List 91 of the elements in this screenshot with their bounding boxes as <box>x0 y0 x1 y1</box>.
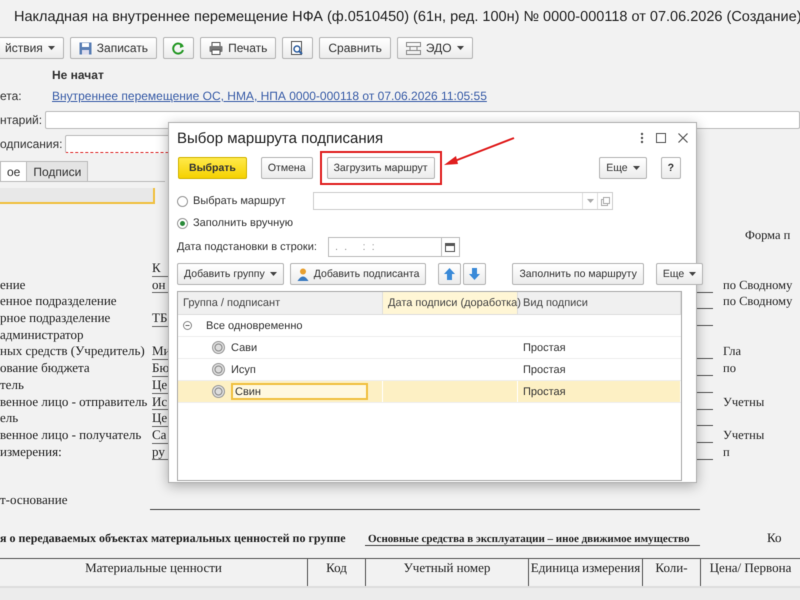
preview-button[interactable] <box>282 37 314 59</box>
caret-icon <box>632 166 640 170</box>
field-label: Дата подстановки в строки: <box>177 241 317 253</box>
form-row-caption: п <box>722 444 731 460</box>
signer-row[interactable]: Свин Простая <box>178 381 681 403</box>
form-row-label: рное подразделение <box>0 310 112 327</box>
signature-type: Простая <box>523 364 566 376</box>
signer-name: Исуп <box>231 364 256 376</box>
dialog-title: Выбор маршрута подписания <box>177 130 384 146</box>
form-row-label: тель <box>0 376 25 394</box>
caret-icon <box>586 199 594 203</box>
tab[interactable]: ое <box>0 161 28 181</box>
toolbar-button[interactable]: Сравнить <box>319 37 391 59</box>
field-label: нтарий: <box>0 113 44 127</box>
column-header: Материальные ценности <box>84 559 223 578</box>
refresh-icon <box>172 42 186 54</box>
code-label: Ко <box>767 530 783 546</box>
radio-button[interactable] <box>177 196 188 206</box>
caret-icon <box>48 46 55 50</box>
person-icon <box>296 268 309 280</box>
dialog-button[interactable]: ? <box>660 157 681 179</box>
tab[interactable]: Подписи <box>26 161 88 181</box>
signature-type: Простая <box>523 386 566 398</box>
open-window-icon <box>600 196 610 206</box>
form-row-caption: Учетны <box>722 426 766 444</box>
move-down-button[interactable] <box>463 263 486 285</box>
dialog-button[interactable]: Выбрать <box>178 157 247 179</box>
table-toolbar-button[interactable]: Добавить подписанта <box>290 263 426 285</box>
seal-icon <box>212 363 225 376</box>
caret-icon <box>689 272 696 276</box>
arrow-up-icon <box>444 268 456 280</box>
form-row-label: измерения: <box>0 444 63 460</box>
radio-button[interactable] <box>177 218 188 228</box>
form-row-label: ование бюджета <box>0 360 91 377</box>
close-icon[interactable] <box>678 133 688 143</box>
calendar-icon <box>445 242 456 252</box>
signer-name-field[interactable]: Свин <box>231 383 368 400</box>
signer-name: Сави <box>231 342 258 354</box>
form-row-caption: по Сводному <box>722 293 794 310</box>
table-toolbar-button[interactable]: Заполнить по маршруту <box>512 263 644 285</box>
form-row-caption: по Сводному <box>722 276 794 294</box>
form-row-label: ение <box>0 276 26 294</box>
radio-label[interactable]: Заполнить вручную <box>193 217 298 229</box>
table-toolbar-button[interactable]: Добавить группу <box>177 263 284 285</box>
form-row-label: ель <box>0 410 20 427</box>
arrow-down-icon <box>469 268 480 280</box>
move-up-button[interactable] <box>438 263 462 285</box>
field-label: ета: <box>0 89 23 103</box>
toolbar-button[interactable]: Печать <box>200 37 276 59</box>
table-toolbar-button[interactable]: Еще <box>656 263 704 285</box>
dialog-button[interactable]: Еще <box>599 157 647 179</box>
collapse-icon[interactable] <box>183 321 192 330</box>
form-row-label: енное подразделение <box>0 293 118 310</box>
caret-icon <box>270 272 277 276</box>
refresh-button[interactable] <box>163 37 194 59</box>
toolbar-button[interactable]: ЭДО <box>396 37 473 59</box>
calendar-button[interactable] <box>440 237 460 257</box>
seal-icon <box>212 385 225 398</box>
form-row-caption: по <box>722 360 737 377</box>
form-row-label: венное лицо - получатель <box>0 426 142 444</box>
section-heading: я о передаваемых объектах материальных ценностей по группе <box>0 530 346 546</box>
form-label: Форма п <box>745 228 792 244</box>
date-field[interactable]: . . : : <box>328 237 441 257</box>
form-field[interactable] <box>0 188 155 204</box>
more-icon[interactable] <box>640 132 644 144</box>
form-row-label: ных средств (Учредитель) <box>0 343 146 360</box>
toolbar-button[interactable]: Записать <box>70 37 158 59</box>
printer-icon <box>209 42 224 54</box>
caret-icon <box>456 46 464 50</box>
dialog-button[interactable]: Загрузить маршрут <box>326 157 435 179</box>
radio-label[interactable]: Выбрать маршрут <box>193 195 298 207</box>
signer-row[interactable]: Сави Простая <box>178 337 681 359</box>
group-name: Все одновременно <box>206 320 303 332</box>
column-header[interactable]: Дата подписи (доработка) <box>383 292 518 314</box>
signature-type: Простая <box>523 342 566 354</box>
dialog-button[interactable]: Отмена <box>260 157 313 179</box>
status-text: Не начат <box>51 67 105 84</box>
group-value: Основные средства в эксплуатации – иное движимое имущество <box>365 533 700 546</box>
maximize-icon[interactable] <box>656 133 666 143</box>
seal-icon <box>212 341 225 354</box>
group-row[interactable]: Все одновременно <box>178 315 681 337</box>
field-label: одписания: <box>0 137 62 151</box>
form-row-caption: Гла <box>722 343 742 360</box>
document-magnifier-icon <box>291 41 304 55</box>
form-row-caption: Учетны <box>722 394 766 410</box>
toolbar-button[interactable]: йствия <box>0 37 64 59</box>
form-row-label: т-основание <box>0 492 68 510</box>
form-row-label: венное лицо - отправитель <box>0 394 148 410</box>
document-link[interactable]: Внутреннее перемещение ОС, НМА, НПА 0000-000118 от 07.06.2026 11:05:55 <box>52 89 487 103</box>
form-row-label: администратор <box>0 326 85 344</box>
document-exchange-icon <box>406 42 421 54</box>
